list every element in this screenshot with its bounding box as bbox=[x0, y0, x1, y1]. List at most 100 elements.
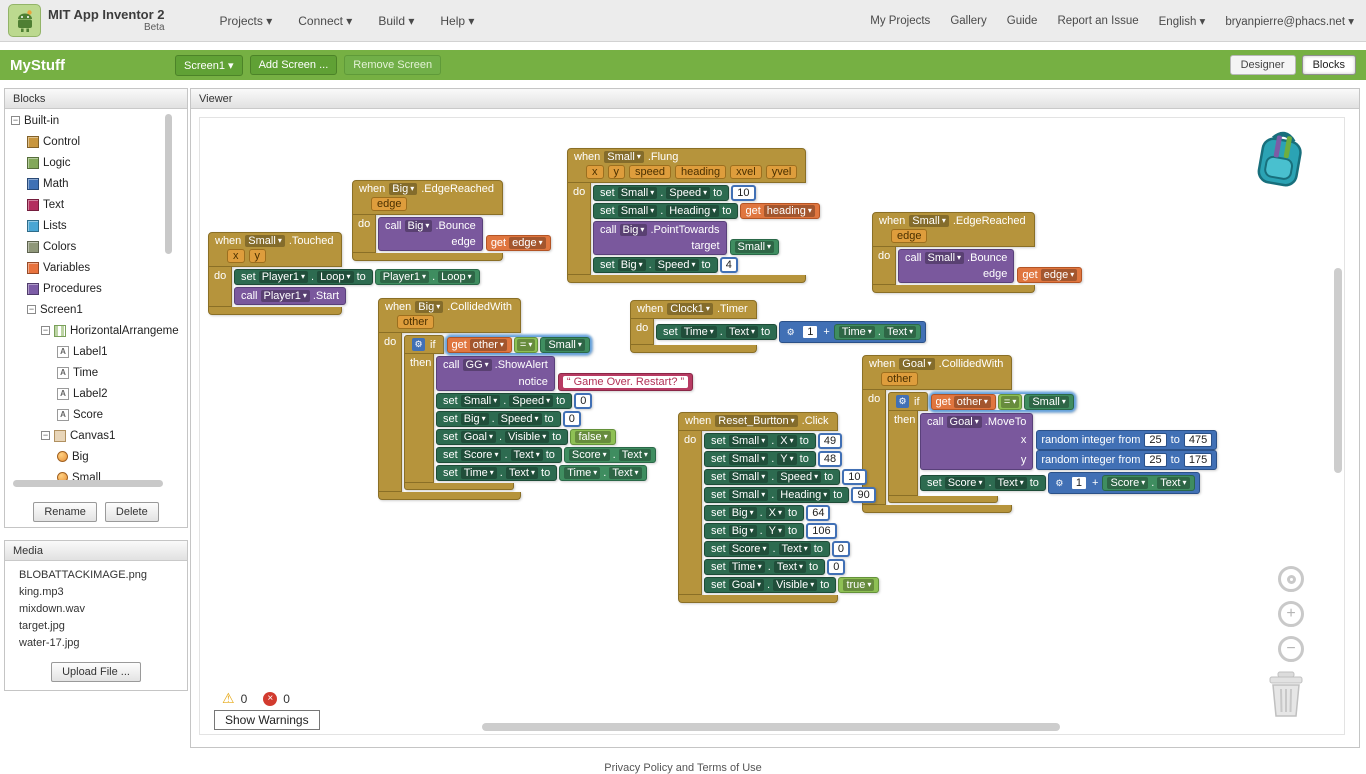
link-gallery[interactable]: Gallery bbox=[950, 15, 986, 27]
set-block[interactable]: setBig▾.Y▾to106 bbox=[704, 523, 837, 539]
media-file-king-mp3[interactable]: king.mp3 bbox=[19, 584, 187, 601]
set-block[interactable]: setBig▾.Speed▾to4 bbox=[593, 257, 738, 273]
param-other[interactable]: other bbox=[397, 315, 434, 329]
dropdown-text[interactable]: Text▾ bbox=[726, 326, 758, 338]
text-string-block[interactable]: “ Game Over. Restart? ” bbox=[558, 373, 693, 391]
zoom-out-button[interactable]: − bbox=[1278, 636, 1304, 662]
param-heading[interactable]: heading bbox=[675, 165, 726, 179]
upload-file-button[interactable]: Upload File ... bbox=[51, 662, 141, 682]
number-block[interactable]: 1 bbox=[1070, 475, 1088, 491]
dropdown-heading[interactable]: Heading▾ bbox=[666, 205, 719, 217]
menu-build[interactable]: Build ▾ bbox=[378, 14, 414, 28]
link-english[interactable]: English ▾ bbox=[1159, 14, 1206, 28]
tree-item-control[interactable]: Control bbox=[5, 131, 187, 152]
set-block[interactable]: setTime▾.Text▾to⚙1+Time▾.Text▾ bbox=[656, 321, 926, 343]
random-integer-block[interactable]: random integer from25to475 bbox=[1036, 430, 1217, 450]
get-variable-block[interactable]: getother▾ bbox=[931, 394, 996, 410]
dropdown-small[interactable]: Small▾ bbox=[729, 453, 769, 465]
dropdown-small[interactable]: Small▾ bbox=[925, 252, 965, 264]
dropdown-player1[interactable]: Player1▾ bbox=[261, 290, 310, 302]
param-x[interactable]: x bbox=[586, 165, 604, 179]
number-block[interactable]: 0 bbox=[827, 559, 845, 575]
dropdown-big[interactable]: Big▾ bbox=[405, 220, 433, 232]
dropdown-x[interactable]: X▾ bbox=[766, 507, 785, 519]
footer-links[interactable]: Privacy Policy and Terms of Use bbox=[0, 762, 1366, 774]
boolean-block[interactable]: true▾ bbox=[838, 577, 879, 593]
dropdown-time[interactable]: Time▾ bbox=[729, 561, 765, 573]
random-from-value[interactable]: 25 bbox=[1144, 433, 1166, 447]
dropdown-gg[interactable]: GG▾ bbox=[463, 359, 492, 371]
mutator-gear-icon[interactable]: ⚙ bbox=[412, 338, 425, 351]
dropdown-true[interactable]: true▾ bbox=[843, 579, 874, 591]
dropdown-goal[interactable]: Goal▾ bbox=[899, 358, 934, 370]
set-block[interactable]: setScore▾.Text▾to0 bbox=[704, 541, 850, 557]
string-value[interactable]: “ Game Over. Restart? ” bbox=[563, 376, 688, 388]
number-block[interactable]: 106 bbox=[806, 523, 836, 539]
param-y[interactable]: y bbox=[249, 249, 267, 263]
get-variable-block[interactable]: getedge▾ bbox=[486, 235, 551, 251]
event-block-goal-collidedwith[interactable]: whenGoal▾.CollidedWithotherdo⚙ifgetother… bbox=[862, 355, 1217, 513]
link-report-an-issue[interactable]: Report an Issue bbox=[1057, 15, 1138, 27]
dropdown-speed[interactable]: Speed▾ bbox=[509, 395, 553, 407]
link-my-projects[interactable]: My Projects bbox=[870, 15, 930, 27]
dropdown-speed[interactable]: Speed▾ bbox=[666, 187, 710, 199]
rename-button[interactable]: Rename bbox=[33, 502, 97, 522]
dropdown-small[interactable]: Small▾ bbox=[618, 187, 658, 199]
dropdown-small[interactable]: Small▾ bbox=[618, 205, 658, 217]
tree-item-built-in[interactable]: −Built-in bbox=[5, 110, 187, 131]
dropdown-time[interactable]: Time▾ bbox=[461, 467, 497, 479]
mutator-gear-icon[interactable]: ⚙ bbox=[896, 395, 909, 408]
collapse-icon[interactable]: − bbox=[27, 305, 36, 314]
zoom-center-button[interactable] bbox=[1278, 566, 1304, 592]
dropdown-loop[interactable]: Loop▾ bbox=[438, 271, 475, 283]
set-block[interactable]: setTime▾.Text▾to0 bbox=[704, 559, 845, 575]
call-block[interactable]: callBig▾.PointTowardstargetSmall▾ bbox=[593, 221, 779, 255]
param-yvel[interactable]: yvel bbox=[766, 165, 798, 179]
dropdown-goal[interactable]: Goal▾ bbox=[729, 579, 764, 591]
dropdown-other[interactable]: other▾ bbox=[470, 339, 507, 351]
set-block[interactable]: setScore▾.Text▾to⚙1+Score▾.Text▾ bbox=[920, 472, 1200, 494]
collapse-icon[interactable]: − bbox=[41, 431, 50, 440]
dropdown-small[interactable]: Small▾ bbox=[604, 151, 644, 163]
set-block[interactable]: setSmall▾.Heading▾to90 bbox=[704, 487, 876, 503]
call-block[interactable]: callGoal▾.MoveToxrandom integer from25to… bbox=[920, 413, 1217, 470]
dropdown-big[interactable]: Big▾ bbox=[461, 413, 489, 425]
param-edge[interactable]: edge bbox=[371, 197, 407, 211]
tree-item-screen1[interactable]: −Screen1 bbox=[5, 299, 187, 320]
link-bryanpierre-phacs-net[interactable]: bryanpierre@phacs.net ▾ bbox=[1225, 14, 1354, 28]
media-file-target-jpg[interactable]: target.jpg bbox=[19, 618, 187, 635]
component-block[interactable]: Small▾ bbox=[730, 239, 780, 255]
dropdown-speed[interactable]: Speed▾ bbox=[498, 413, 542, 425]
dropdown-big[interactable]: Big▾ bbox=[729, 525, 757, 537]
component-block[interactable]: Small▾ bbox=[1024, 394, 1074, 410]
param-edge[interactable]: edge bbox=[891, 229, 927, 243]
media-file-blobattackimage-png[interactable]: BLOBATTACKIMAGE.png bbox=[19, 567, 187, 584]
dropdown-big[interactable]: Big▾ bbox=[729, 507, 757, 519]
dropdown-text[interactable]: Text▾ bbox=[1157, 477, 1189, 489]
get-variable-block[interactable]: getedge▾ bbox=[1017, 267, 1082, 283]
trash-icon[interactable] bbox=[1264, 670, 1308, 718]
zoom-in-button[interactable]: + bbox=[1278, 601, 1304, 627]
link-guide[interactable]: Guide bbox=[1007, 15, 1038, 27]
dropdown-text[interactable]: Text▾ bbox=[995, 477, 1027, 489]
number-block[interactable]: 49 bbox=[818, 433, 842, 449]
dropdown-score[interactable]: Score▾ bbox=[461, 449, 502, 461]
random-from-value[interactable]: 25 bbox=[1144, 453, 1166, 467]
dropdown-player1[interactable]: Player1▾ bbox=[259, 271, 308, 283]
set-block[interactable]: setBig▾.X▾to64 bbox=[704, 505, 830, 521]
designer-button[interactable]: Designer bbox=[1230, 55, 1296, 75]
dropdown-false[interactable]: false▾ bbox=[575, 431, 610, 443]
dropdown-visible[interactable]: Visible▾ bbox=[773, 579, 817, 591]
event-block-small-flung[interactable]: whenSmall▾.Flungxyspeedheadingxvelyveldo… bbox=[567, 148, 820, 283]
dropdown-[interactable]: =▾ bbox=[1001, 396, 1019, 408]
random-to-value[interactable]: 175 bbox=[1184, 453, 1212, 467]
dropdown-text[interactable]: Text▾ bbox=[774, 561, 806, 573]
delete-button[interactable]: Delete bbox=[105, 502, 159, 522]
tree-item-score[interactable]: AScore bbox=[5, 404, 187, 425]
dropdown-time[interactable]: Time▾ bbox=[564, 467, 600, 479]
set-block[interactable]: setBig▾.Speed▾to0 bbox=[436, 411, 581, 427]
call-block[interactable]: callSmall▾.Bounceedgegetedge▾ bbox=[898, 249, 1082, 283]
dropdown-time[interactable]: Time▾ bbox=[681, 326, 717, 338]
component-getter-block[interactable]: Time▾.Text▾ bbox=[559, 465, 646, 481]
dropdown-big[interactable]: Big▾ bbox=[620, 224, 648, 236]
